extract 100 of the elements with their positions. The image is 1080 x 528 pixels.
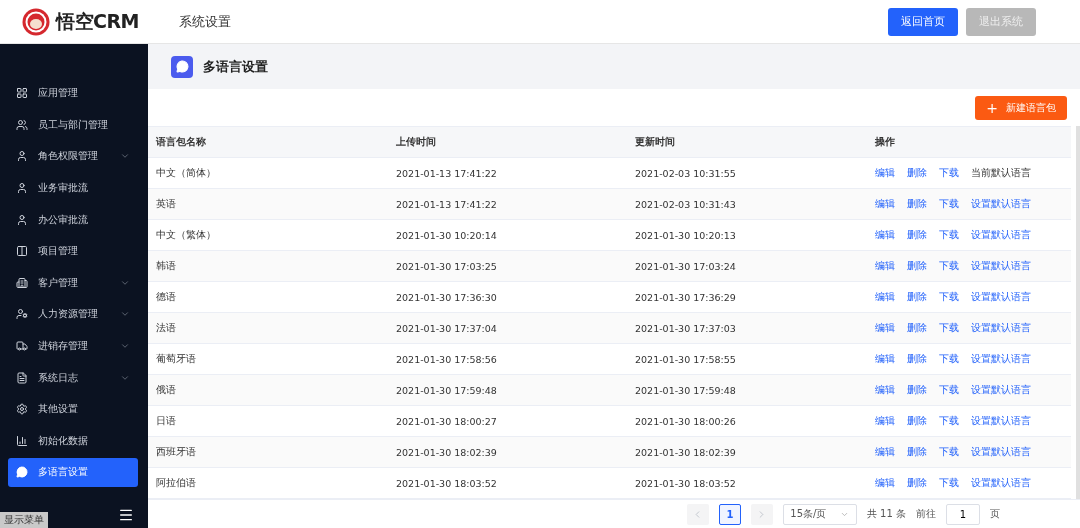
action-link[interactable]: 删除 bbox=[907, 290, 927, 304]
page-title: 多语言设置 bbox=[203, 57, 268, 76]
action-link[interactable]: 编辑 bbox=[875, 290, 895, 304]
table-cell-text: 2021-01-30 17:36:29 bbox=[635, 291, 737, 303]
table-cell-text: 2021-01-30 18:03:52 bbox=[396, 477, 498, 489]
new-language-pack-button[interactable]: + 新建语言包 bbox=[975, 95, 1067, 120]
sidebar-item[interactable]: 其他设置 bbox=[8, 394, 138, 424]
table-cell-text: 2021-01-30 18:02:39 bbox=[396, 446, 498, 458]
page-input[interactable]: 1 bbox=[946, 503, 980, 525]
action-link[interactable]: 编辑 bbox=[875, 197, 895, 211]
table-cell-text: 2021-01-30 17:59:48 bbox=[635, 384, 737, 396]
table-cell-text: 中文（简体） bbox=[156, 166, 217, 180]
action-link[interactable]: 删除 bbox=[907, 321, 927, 335]
action-link[interactable]: 编辑 bbox=[875, 383, 895, 397]
action-link[interactable]: 删除 bbox=[907, 197, 927, 211]
chat-bubble-icon bbox=[16, 466, 28, 479]
sidebar-item[interactable]: 角色权限管理 bbox=[8, 142, 138, 171]
action-link[interactable]: 编辑 bbox=[875, 476, 895, 490]
action-link[interactable]: 下载 bbox=[939, 383, 959, 397]
home-button[interactable]: 返回首页 bbox=[888, 7, 958, 36]
action-link[interactable]: 删除 bbox=[907, 259, 927, 273]
set-default-link[interactable]: 设置默认语言 bbox=[971, 352, 1031, 366]
action-link[interactable]: 下载 bbox=[939, 414, 959, 428]
action-link[interactable]: 编辑 bbox=[875, 414, 895, 428]
table-cell-text: 2021-01-30 10:20:14 bbox=[396, 229, 498, 241]
action-link[interactable]: 编辑 bbox=[875, 321, 895, 335]
action-link[interactable]: 删除 bbox=[907, 352, 927, 366]
action-link[interactable]: 下载 bbox=[939, 259, 959, 273]
table-cell-text: 2021-02-03 10:31:43 bbox=[635, 198, 737, 210]
users-icon bbox=[16, 118, 28, 131]
set-default-link[interactable]: 设置默认语言 bbox=[971, 228, 1031, 242]
action-link[interactable]: 删除 bbox=[907, 166, 927, 180]
action-link[interactable]: 下载 bbox=[939, 290, 959, 304]
sidebar-item[interactable]: 人力资源管理 bbox=[8, 300, 138, 329]
action-link[interactable]: 删除 bbox=[907, 414, 927, 428]
table-cell-text: 阿拉伯语 bbox=[156, 476, 197, 490]
sidebar-item[interactable]: 客户管理 bbox=[8, 268, 138, 298]
table-cell-text: 日语 bbox=[156, 414, 177, 428]
sidebar-item[interactable]: 业务审批流 bbox=[8, 173, 138, 203]
logo-icon bbox=[22, 7, 50, 36]
column-header: 操作 bbox=[875, 135, 896, 149]
sidebar-item[interactable]: 项目管理 bbox=[8, 236, 138, 266]
table-cell-text: 2021-01-30 18:02:39 bbox=[635, 446, 737, 458]
action-link[interactable]: 下载 bbox=[939, 352, 959, 366]
table-cell-text: 2021-01-13 17:41:22 bbox=[396, 167, 498, 179]
action-link[interactable]: 删除 bbox=[907, 383, 927, 397]
menu-icon[interactable] bbox=[118, 507, 134, 523]
set-default-link[interactable]: 设置默认语言 bbox=[971, 445, 1031, 459]
action-link[interactable]: 下载 bbox=[939, 197, 959, 211]
table-cell-text: 西班牙语 bbox=[156, 445, 197, 459]
action-link[interactable]: 下载 bbox=[939, 166, 959, 180]
table-cell-text: 2021-01-30 17:36:30 bbox=[396, 291, 498, 303]
table-cell-text: 2021-01-30 17:58:56 bbox=[396, 353, 498, 365]
action-link[interactable]: 下载 bbox=[939, 476, 959, 490]
sidebar-item[interactable]: 初始化数据 bbox=[8, 426, 138, 456]
grid-icon bbox=[16, 87, 28, 100]
sidebar-item[interactable]: 进销存管理 bbox=[8, 331, 138, 361]
set-default-link[interactable]: 设置默认语言 bbox=[971, 290, 1031, 304]
set-default-link[interactable]: 设置默认语言 bbox=[971, 476, 1031, 490]
page-size-select[interactable]: 15条/页 bbox=[782, 503, 857, 525]
sidebar-item[interactable]: 系统日志 bbox=[8, 363, 138, 392]
action-link[interactable]: 下载 bbox=[939, 228, 959, 242]
table-cell-text: 英语 bbox=[156, 197, 177, 211]
table-cell-text: 2021-01-30 10:20:13 bbox=[635, 229, 737, 241]
action-link[interactable]: 删除 bbox=[907, 228, 927, 242]
page-button[interactable]: 1 bbox=[718, 503, 741, 525]
total-count: 共 11 条 bbox=[866, 507, 906, 521]
user-icon bbox=[16, 213, 28, 226]
sidebar-item[interactable]: 员工与部门管理 bbox=[8, 110, 138, 140]
column-header: 更新时间 bbox=[635, 135, 676, 149]
table-cell-text: 2021-01-30 17:37:04 bbox=[396, 322, 498, 334]
action-link[interactable]: 编辑 bbox=[875, 166, 895, 180]
bar-chart-icon bbox=[16, 434, 28, 447]
sidebar-item[interactable]: 办公审批流 bbox=[8, 205, 138, 234]
action-link[interactable]: 删除 bbox=[907, 476, 927, 490]
set-default-link[interactable]: 设置默认语言 bbox=[971, 259, 1031, 273]
sidebar-item[interactable]: 应用管理 bbox=[8, 79, 138, 108]
table-cell-text: 2021-01-30 17:58:55 bbox=[635, 353, 737, 365]
table-cell-text: 俄语 bbox=[156, 383, 177, 397]
action-link[interactable]: 下载 bbox=[939, 321, 959, 335]
table-cell-text: 2021-02-03 10:31:55 bbox=[635, 167, 737, 179]
action-link[interactable]: 编辑 bbox=[875, 228, 895, 242]
set-default-link[interactable]: 设置默认语言 bbox=[971, 414, 1031, 428]
set-default-link[interactable]: 设置默认语言 bbox=[971, 383, 1031, 397]
sidebar-item[interactable]: 多语言设置 bbox=[8, 458, 138, 487]
action-link[interactable]: 编辑 bbox=[875, 352, 895, 366]
action-link[interactable]: 编辑 bbox=[875, 445, 895, 459]
table-cell-text: 2021-01-30 18:00:26 bbox=[635, 415, 737, 427]
user-icon bbox=[16, 182, 28, 195]
user-gear-icon bbox=[16, 308, 28, 321]
document-icon bbox=[16, 371, 28, 384]
truck-icon bbox=[16, 340, 28, 353]
column-header: 上传时间 bbox=[396, 135, 437, 149]
set-default-link[interactable]: 设置默认语言 bbox=[971, 197, 1031, 211]
action-link[interactable]: 下载 bbox=[939, 445, 959, 459]
column-header: 语言包名称 bbox=[156, 135, 207, 149]
set-default-link[interactable]: 设置默认语言 bbox=[971, 321, 1031, 335]
action-link[interactable]: 编辑 bbox=[875, 259, 895, 273]
logo-text: 悟空CRM bbox=[56, 8, 139, 34]
action-link[interactable]: 删除 bbox=[907, 445, 927, 459]
